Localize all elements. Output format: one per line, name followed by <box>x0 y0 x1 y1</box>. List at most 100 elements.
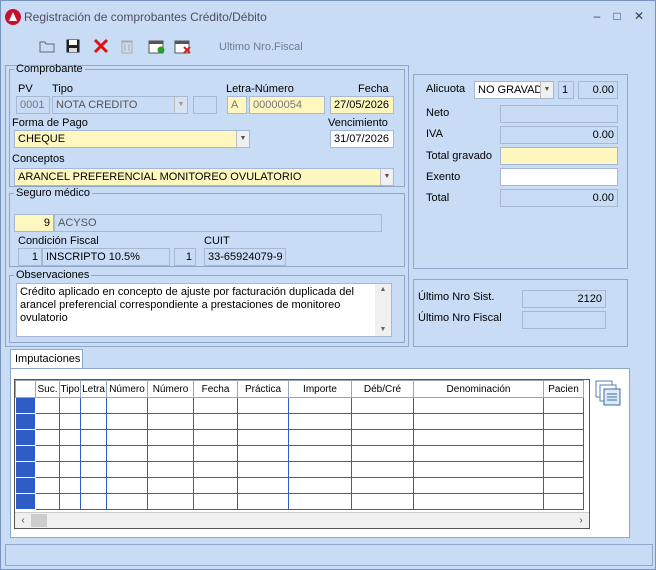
table-cell[interactable] <box>59 413 81 430</box>
table-row[interactable] <box>15 429 584 446</box>
copy-documents-icon[interactable] <box>594 379 622 407</box>
table-cell[interactable] <box>35 461 60 478</box>
table-cell[interactable] <box>35 477 60 494</box>
table-cell[interactable] <box>59 493 81 510</box>
table-row[interactable] <box>15 413 584 430</box>
tab-imputaciones[interactable]: Imputaciones <box>10 349 83 369</box>
column-header[interactable]: Déb/Cré <box>351 380 414 398</box>
table-cell[interactable] <box>59 461 81 478</box>
table-cell[interactable] <box>193 397 238 414</box>
table-cell[interactable] <box>288 413 352 430</box>
table-cell[interactable] <box>413 445 544 462</box>
table-cell[interactable] <box>147 477 194 494</box>
scroll-thumb[interactable] <box>31 514 47 527</box>
maximize-button[interactable]: □ <box>607 7 627 25</box>
table-row[interactable] <box>15 445 584 462</box>
column-header[interactable]: Denominación <box>413 380 544 398</box>
observaciones-scrollbar[interactable]: ▲ ▼ <box>375 284 391 336</box>
chevron-down-icon[interactable]: ▼ <box>540 82 553 98</box>
imputaciones-grid[interactable]: Suc. Tipo Letra Número Número Fecha Práctica Im… <box>14 379 590 529</box>
calendar-add-icon[interactable] <box>147 36 167 56</box>
table-cell[interactable] <box>413 397 544 414</box>
table-cell[interactable] <box>147 429 194 446</box>
table-row[interactable] <box>15 397 584 414</box>
table-cell[interactable] <box>351 445 414 462</box>
table-cell[interactable] <box>351 397 414 414</box>
chevron-down-icon[interactable]: ▼ <box>236 131 249 147</box>
table-cell[interactable] <box>288 477 352 494</box>
table-cell[interactable] <box>80 397 107 414</box>
table-cell[interactable] <box>193 413 238 430</box>
table-cell[interactable] <box>237 445 289 462</box>
minimize-button[interactable]: – <box>587 7 607 25</box>
table-cell[interactable] <box>413 429 544 446</box>
table-cell[interactable] <box>543 477 584 494</box>
row-header[interactable] <box>15 477 36 494</box>
table-cell[interactable] <box>193 429 238 446</box>
table-cell[interactable] <box>413 413 544 430</box>
table-cell[interactable] <box>351 461 414 478</box>
row-header[interactable] <box>15 461 36 478</box>
chevron-left-icon[interactable]: ‹ <box>15 513 31 528</box>
table-cell[interactable] <box>147 461 194 478</box>
table-cell[interactable] <box>35 445 60 462</box>
table-cell[interactable] <box>351 493 414 510</box>
table-cell[interactable] <box>35 429 60 446</box>
observaciones-textarea[interactable]: Crédito aplicado en concepto de ajuste p… <box>16 283 392 337</box>
horizontal-scrollbar[interactable]: ‹ › <box>15 512 589 528</box>
table-row[interactable] <box>15 461 584 478</box>
table-cell[interactable] <box>288 429 352 446</box>
table-cell[interactable] <box>543 429 584 446</box>
chevron-right-icon[interactable]: › <box>573 513 589 528</box>
row-header[interactable] <box>15 429 36 446</box>
table-cell[interactable] <box>543 397 584 414</box>
table-cell[interactable] <box>80 445 107 462</box>
chevron-down-icon[interactable]: ▼ <box>380 169 393 185</box>
table-cell[interactable] <box>237 413 289 430</box>
total-gravado-field[interactable] <box>500 147 618 165</box>
delete-icon[interactable] <box>91 36 111 56</box>
table-cell[interactable] <box>35 397 60 414</box>
column-header[interactable]: Número <box>106 380 148 398</box>
table-cell[interactable] <box>288 445 352 462</box>
table-cell[interactable] <box>351 477 414 494</box>
table-row[interactable] <box>15 477 584 494</box>
table-cell[interactable] <box>80 413 107 430</box>
table-cell[interactable] <box>80 429 107 446</box>
table-cell[interactable] <box>237 429 289 446</box>
row-header[interactable] <box>15 445 36 462</box>
table-cell[interactable] <box>59 477 81 494</box>
table-cell[interactable] <box>106 445 148 462</box>
table-cell[interactable] <box>237 397 289 414</box>
table-cell[interactable] <box>106 461 148 478</box>
ultimo-nro-fiscal-button[interactable]: Ultimo Nro.Fiscal <box>219 41 303 53</box>
forma-pago-select[interactable]: CHEQUE ▼ <box>14 130 250 148</box>
table-row[interactable] <box>15 493 584 510</box>
table-cell[interactable] <box>35 493 60 510</box>
table-cell[interactable] <box>543 413 584 430</box>
table-cell[interactable] <box>147 413 194 430</box>
table-cell[interactable] <box>106 429 148 446</box>
seguro-codigo-field[interactable]: 9 <box>14 214 54 232</box>
concepto-select[interactable]: ARANCEL PREFERENCIAL MONITOREO OVULATORI… <box>14 168 394 186</box>
table-cell[interactable] <box>193 477 238 494</box>
table-cell[interactable] <box>106 397 148 414</box>
column-header[interactable]: Práctica <box>237 380 289 398</box>
vencimiento-field[interactable]: 31/07/2026 <box>330 130 394 148</box>
table-cell[interactable] <box>80 493 107 510</box>
table-cell[interactable] <box>106 413 148 430</box>
table-cell[interactable] <box>351 429 414 446</box>
column-header[interactable]: Pacien <box>543 380 584 398</box>
table-cell[interactable] <box>147 445 194 462</box>
exento-field[interactable] <box>500 168 618 186</box>
table-cell[interactable] <box>237 493 289 510</box>
column-header[interactable]: Fecha <box>193 380 238 398</box>
table-cell[interactable] <box>59 445 81 462</box>
table-cell[interactable] <box>413 461 544 478</box>
column-header[interactable]: Número <box>147 380 194 398</box>
column-header[interactable]: Tipo <box>59 380 81 398</box>
table-cell[interactable] <box>413 493 544 510</box>
table-cell[interactable] <box>413 477 544 494</box>
table-cell[interactable] <box>193 493 238 510</box>
scroll-down-icon[interactable]: ▼ <box>375 324 391 336</box>
